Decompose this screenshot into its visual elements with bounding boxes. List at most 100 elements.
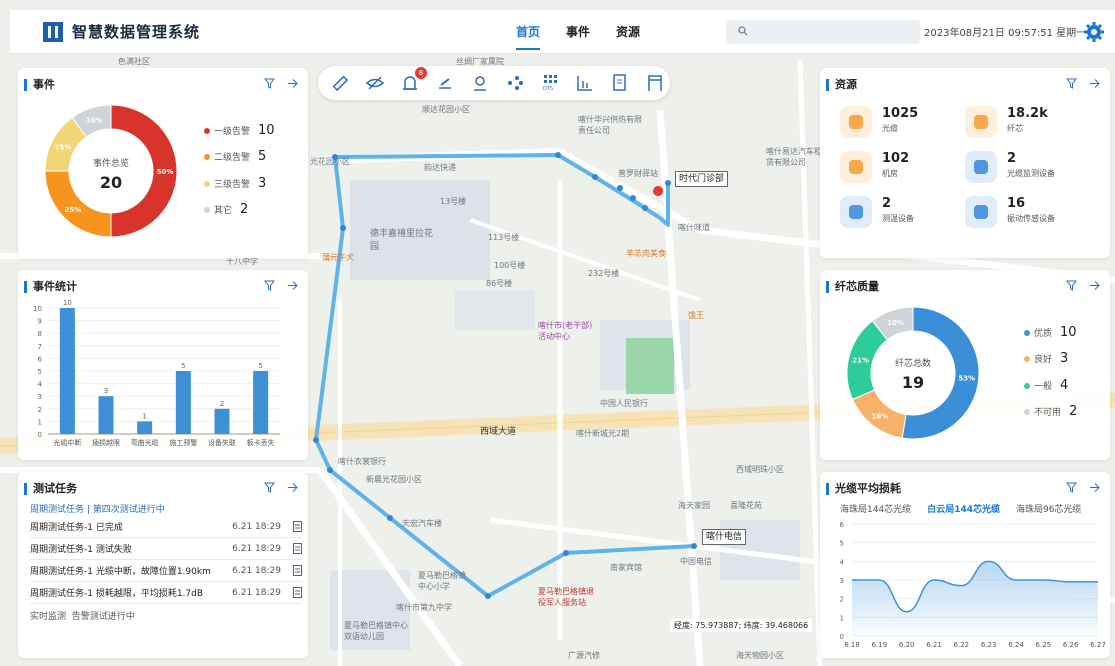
y-tick-label: 6 — [840, 521, 845, 529]
y-tick-label: 5 — [38, 368, 42, 376]
filter-icon[interactable] — [264, 482, 275, 493]
arrow-right-icon[interactable] — [287, 482, 298, 493]
legend-value: 2 — [240, 202, 249, 217]
legend-value: 5 — [258, 149, 267, 164]
legend-value: 4 — [1060, 378, 1069, 393]
cable-tab-active[interactable]: 白云局144芯光缆 — [927, 502, 1000, 515]
map-label: 西域大道 — [480, 427, 517, 437]
task-row[interactable]: 周期测试任务-1 已完成 6.21 18:29 — [30, 516, 302, 538]
map-label: 喀什新城光2期 — [576, 429, 630, 438]
map-label: 86号楼 — [486, 279, 513, 288]
task-row[interactable]: 周期测试任务-1 光缆中断，故障位置1.90km 6.21 18:29 — [30, 560, 302, 582]
slice-label: 10% — [887, 319, 904, 327]
map-tag-telecom[interactable]: 喀什电信 — [702, 529, 747, 545]
dts-icon[interactable]: DTS — [540, 73, 560, 93]
y-tick-label: 5 — [840, 540, 844, 548]
map-tag-clinic[interactable]: 时代门诊部 — [675, 171, 729, 187]
document-icon[interactable] — [293, 543, 302, 554]
cable-loss-line-chart: 0 1 2 3 4 5 6 6.18 6.19 6.20 6.21 6.22 6.23 6.24 6.25 6… — [840, 521, 1106, 649]
y-tick-label: 10 — [33, 305, 42, 313]
task-row[interactable]: 周期测试任务-1 损耗越限，平均损耗1.7dB 6.21 18:29 — [30, 582, 302, 604]
broom-icon[interactable] — [435, 73, 455, 93]
x-tick-label: 板卡丢失 — [247, 438, 275, 447]
task-time: 6.21 18:29 — [232, 543, 281, 554]
main-nav: 首页 事件 资源 — [516, 10, 666, 54]
arrow-right-icon[interactable] — [1089, 280, 1100, 291]
eye-off-icon[interactable] — [365, 73, 385, 93]
legend-label: 三级告警 — [214, 180, 251, 190]
legend-item: 其它 2 — [204, 202, 248, 217]
legend-item: 一级告警 10 — [204, 123, 275, 138]
map-label: 光花园小区 — [310, 157, 350, 166]
cable-tab[interactable]: 海珠局96芯光缆 — [1016, 502, 1081, 515]
filter-icon[interactable] — [1066, 78, 1077, 89]
y-tick-label: 4 — [38, 381, 43, 389]
arrow-right-icon[interactable] — [1089, 78, 1100, 89]
map-label: 喀什衣裳银行 — [338, 457, 386, 466]
map-label: 夏马勒巴格镇退役军人服务站 — [538, 587, 594, 607]
doc-icon[interactable] — [610, 73, 630, 93]
bar[interactable] — [137, 421, 153, 434]
legend-dot — [1024, 408, 1030, 415]
events-panel: 事件 50% 25% 15% 10% 事件总览 20 一级告警 10 二级告警 5 三级告… — [18, 68, 308, 258]
document-icon[interactable] — [293, 565, 302, 576]
cable-tab[interactable]: 海珠局144芯光缆 — [840, 502, 911, 515]
document-icon[interactable] — [293, 521, 302, 532]
bar[interactable] — [253, 371, 269, 434]
bar[interactable] — [175, 371, 191, 434]
map-label: 蒲元牛犬 — [322, 253, 354, 262]
resource-name: 光缆监测设备 — [1007, 169, 1055, 178]
tab-home[interactable]: 首页 — [516, 10, 541, 54]
arrow-right-icon[interactable] — [287, 280, 298, 291]
location-icon[interactable] — [470, 73, 490, 93]
map-toolbar: 8 DTS — [318, 66, 670, 100]
legend-dot — [204, 180, 210, 187]
y-tick-label: 7 — [38, 343, 42, 351]
slice-label: 53% — [958, 374, 975, 382]
resource-item[interactable]: 18.2k 纤芯 — [965, 106, 1048, 138]
map-label: 100号楼 — [494, 261, 526, 270]
bar[interactable] — [214, 408, 230, 434]
gear-icon[interactable] — [1083, 21, 1105, 43]
filter-icon[interactable] — [1066, 280, 1077, 291]
chart-icon[interactable] — [575, 73, 595, 93]
map-label: 喜隆花苑 — [730, 501, 762, 510]
document-icon[interactable] — [293, 587, 302, 598]
resource-item[interactable]: 2 光缆监测设备 — [965, 151, 1055, 183]
legend-label: 二级告警 — [214, 153, 251, 163]
resource-item[interactable]: 2 测温设备 — [840, 196, 914, 228]
bar[interactable] — [59, 308, 75, 434]
bar-value-label: 1 — [142, 412, 146, 420]
search-input[interactable] — [726, 20, 920, 44]
task-subtitle[interactable]: 周期测试任务 | 第四次测试进行中 — [30, 502, 165, 515]
cable-loss-panel: 光缆平均损耗 海珠局144芯光缆 白云局144芯光缆 海珠局96芯光缆 0 1 2 3… — [820, 472, 1110, 658]
filter-icon[interactable] — [264, 280, 275, 291]
filter-icon[interactable] — [1066, 482, 1077, 493]
tab-events[interactable]: 事件 — [566, 10, 590, 54]
alarm-icon[interactable]: 8 — [400, 67, 427, 93]
arrow-right-icon[interactable] — [287, 78, 298, 89]
resource-item[interactable]: 16 振动传感设备 — [965, 196, 1055, 228]
gate-icon[interactable] — [645, 73, 665, 93]
filter-icon[interactable] — [264, 78, 275, 89]
logo-icon — [42, 21, 64, 43]
monitor-device-icon — [965, 151, 997, 183]
resource-item[interactable]: 102 机房 — [840, 151, 909, 183]
bar-value-label: 5 — [258, 362, 262, 370]
legend-dot — [204, 206, 210, 213]
tab-resources[interactable]: 资源 — [616, 10, 640, 54]
map-label: 德丰嘉禧里拉花园 — [370, 229, 434, 252]
legend-label: 其它 — [214, 206, 233, 216]
ruler-icon[interactable] — [330, 73, 350, 93]
task-row[interactable]: 周期测试任务-1 测试失败 6.21 18:29 — [30, 538, 302, 560]
network-icon[interactable] — [505, 73, 525, 93]
task-text: 周期测试任务-1 光缆中断，故障位置1.90km — [30, 567, 211, 577]
vibration-sensor-icon — [965, 196, 997, 228]
legend-label: 良好 — [1034, 355, 1053, 365]
resource-item[interactable]: 1025 光缆 — [840, 106, 918, 138]
bar[interactable] — [98, 396, 114, 434]
test-tasks-panel: 测试任务 周期测试任务 | 第四次测试进行中 周期测试任务-1 已完成 6.21 … — [18, 472, 308, 658]
map-label: 喀什市第九中学 — [396, 603, 452, 612]
arrow-right-icon[interactable] — [1089, 482, 1100, 493]
x-tick-label: 6.21 — [926, 641, 942, 649]
